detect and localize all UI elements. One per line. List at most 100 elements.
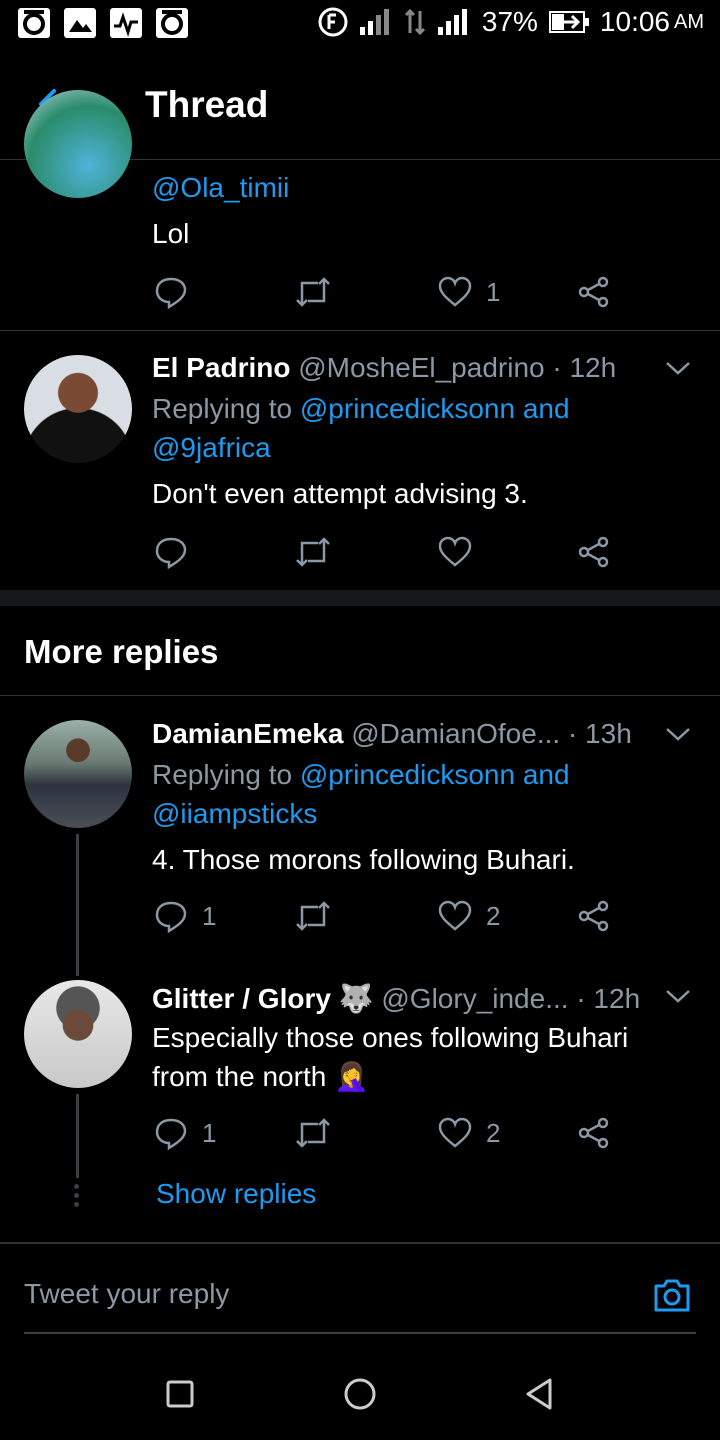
tweet-author[interactable]: DamianEmeka @DamianOfoe... · 13h [152, 718, 632, 750]
section-separator [0, 590, 720, 606]
home-circle-icon[interactable] [342, 1376, 378, 1412]
retweet-button[interactable] [294, 272, 332, 312]
tweet-author[interactable]: El Padrino @MosheEl_padrino · 12h [152, 352, 616, 384]
share-icon [578, 1117, 609, 1149]
replying-handle-2[interactable]: @9jafrica [152, 432, 271, 464]
retweet-icon [296, 277, 330, 307]
replying-handle-2[interactable]: @iiampsticks [152, 798, 317, 830]
tweet-actions: 1 2 [152, 896, 622, 936]
camera-icon[interactable] [652, 1276, 692, 1314]
tweet-actions: 1 2 [152, 1113, 622, 1153]
tweet-text: Lol [152, 218, 190, 249]
notification-opera-icon-2 [156, 8, 188, 38]
tweet-reply-input[interactable]: Tweet your reply [24, 1278, 229, 1310]
heart-icon [438, 900, 472, 931]
timestamp: · 13h [567, 718, 632, 749]
heart-icon [438, 276, 472, 307]
share-button[interactable] [578, 272, 610, 312]
retweet-icon [296, 901, 330, 931]
reply-button[interactable] [154, 272, 188, 312]
show-replies-link[interactable]: Show replies [156, 1178, 316, 1210]
reply-button[interactable]: 1 [154, 896, 216, 936]
composer-underline [24, 1332, 696, 1334]
replying-handles[interactable]: @princedicksonn and [300, 393, 570, 424]
notification-activity-icon [110, 8, 142, 38]
replying-to: Replying to @princedicksonn and [152, 759, 570, 791]
android-nav-bar [0, 1350, 720, 1440]
notification-opera-icon [18, 8, 50, 38]
share-button[interactable] [578, 1113, 610, 1153]
display-name[interactable]: El Padrino [152, 352, 290, 383]
notification-image-icon [64, 8, 96, 38]
thread-connector [76, 1094, 79, 1178]
like-button[interactable]: 1 [438, 272, 500, 312]
like-button[interactable] [438, 532, 472, 572]
share-button[interactable] [578, 532, 610, 572]
retweet-icon [296, 537, 330, 567]
replying-handles[interactable]: @princedicksonn and [300, 759, 570, 790]
share-icon [578, 900, 609, 932]
share-button[interactable] [578, 896, 610, 936]
clock-time: 10:06 [599, 6, 670, 37]
heart-icon [438, 536, 472, 567]
like-button[interactable]: 2 [438, 896, 500, 936]
avatar[interactable] [24, 355, 132, 463]
status-bar: 37% 10:06 AM [0, 0, 720, 50]
display-name[interactable]: DamianEmeka [152, 718, 343, 749]
timestamp: · 12h [576, 983, 641, 1014]
reply-count: 1 [202, 1117, 217, 1148]
replying-prefix: Replying to [152, 759, 293, 790]
divider [0, 330, 720, 331]
tweet-text: 4. Those morons following Buhari. [152, 844, 575, 875]
clock-ampm: AM [674, 10, 704, 33]
reply-icon [155, 277, 187, 309]
retweet-button[interactable] [294, 532, 332, 572]
reply-icon [155, 901, 187, 933]
handle[interactable]: @DamianOfoe... [351, 718, 560, 749]
signal-h-icon [359, 9, 389, 35]
battery-percent: 37% [481, 6, 538, 37]
more-replies-heading: More replies [24, 633, 219, 670]
tweet-actions: 1 [152, 272, 622, 312]
handle[interactable]: @Glory_inde... [381, 983, 568, 1014]
page-title: Thread [145, 84, 269, 125]
reply-icon [155, 537, 187, 569]
emoji-badge: 🐺 [338, 983, 374, 1014]
recents-square-icon[interactable] [162, 1376, 198, 1412]
reply-button[interactable] [154, 532, 188, 572]
tweet-text-line-1: Especially those ones following Buhari [152, 1022, 629, 1053]
replying-prefix: Replying to [152, 393, 293, 424]
chevron-down-icon[interactable] [664, 360, 692, 376]
handle[interactable]: @MosheEl_padrino [298, 352, 544, 383]
back-triangle-icon[interactable] [522, 1376, 558, 1412]
tweet-text-line-2: from the north 🤦‍♀️ [152, 1061, 369, 1092]
chevron-down-icon[interactable] [664, 726, 692, 742]
avatar[interactable] [24, 980, 132, 1088]
battery-charging-icon [548, 11, 589, 33]
avatar[interactable] [24, 720, 132, 828]
reply-composer: Tweet your reply [0, 1242, 720, 1334]
replying-to-handle[interactable]: @Ola_timii [152, 172, 289, 204]
reply-count: 1 [202, 900, 217, 931]
thread-connector [76, 834, 79, 976]
chevron-down-icon[interactable] [664, 988, 692, 1004]
reply-button[interactable]: 1 [154, 1113, 216, 1153]
like-button[interactable]: 2 [438, 1113, 500, 1153]
avatar[interactable] [24, 90, 132, 198]
signal-hplus-icon [437, 9, 467, 35]
heart-icon [438, 1117, 472, 1148]
share-icon [578, 276, 609, 308]
tweet-author[interactable]: Glitter / Glory 🐺 @Glory_inde... · 12h [152, 982, 640, 1015]
like-count: 1 [486, 276, 501, 307]
timestamp: · 12h [552, 352, 617, 383]
replying-to: Replying to @princedicksonn and [152, 393, 570, 425]
retweet-button[interactable] [294, 1113, 332, 1153]
retweet-icon [296, 1118, 330, 1148]
like-count: 2 [486, 900, 501, 931]
retweet-button[interactable] [294, 896, 332, 936]
like-count: 2 [486, 1117, 501, 1148]
tweet-actions [152, 532, 622, 572]
display-name[interactable]: Glitter / Glory [152, 983, 331, 1014]
divider [0, 695, 720, 696]
tweet-text: Don't even attempt advising 3. [152, 478, 528, 509]
